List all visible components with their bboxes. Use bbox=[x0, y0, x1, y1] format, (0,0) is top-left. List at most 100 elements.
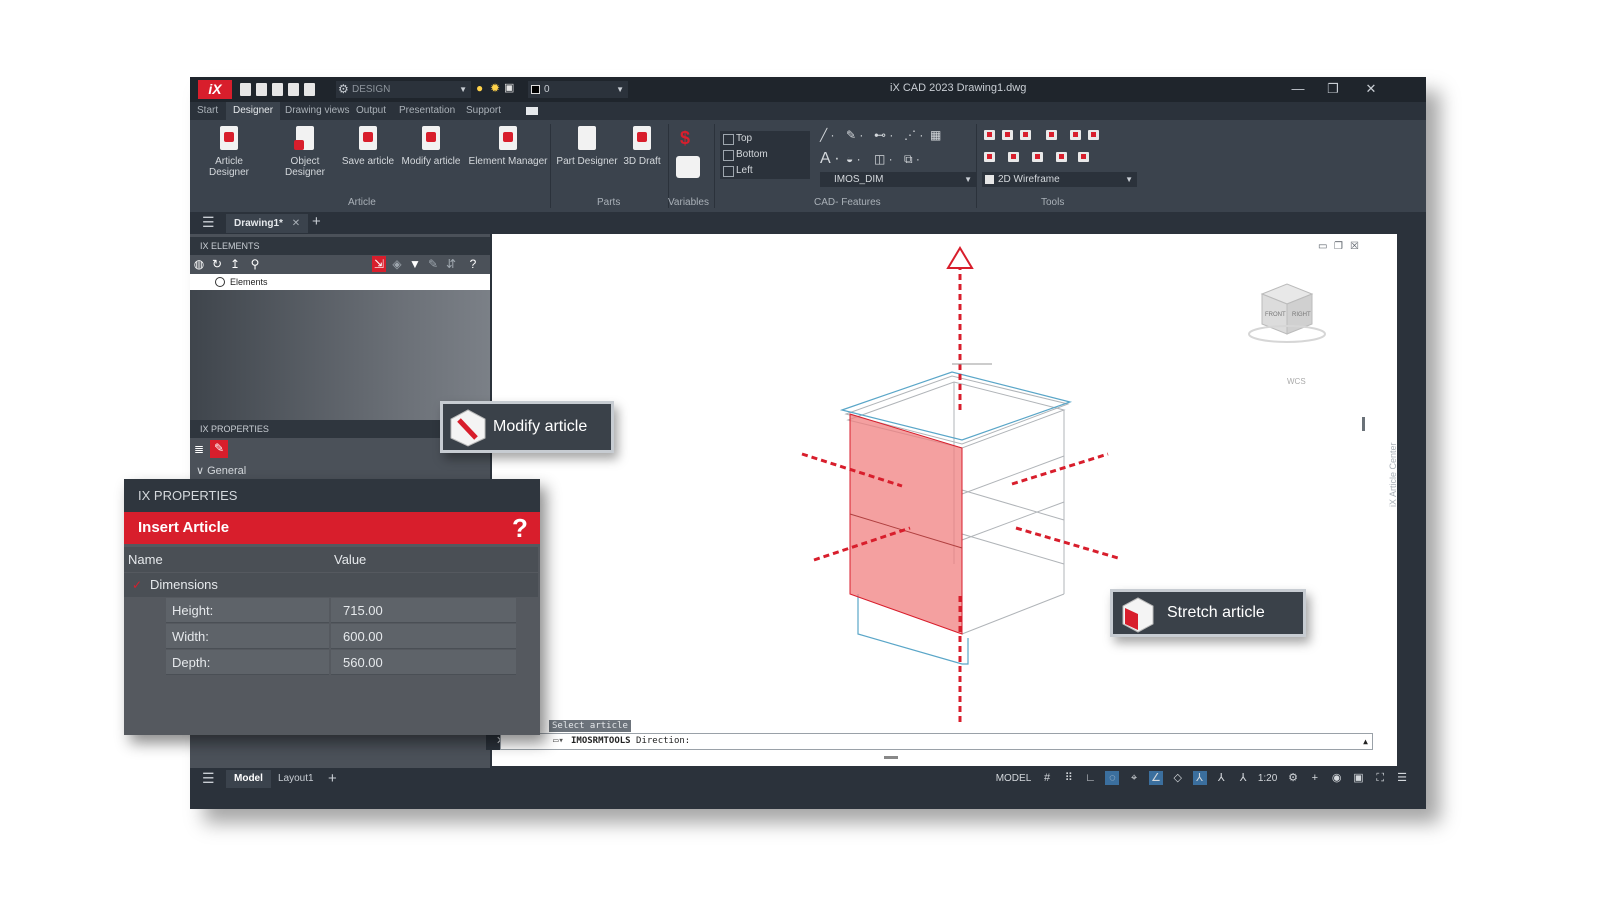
polyline-icon[interactable]: ✎ · bbox=[846, 128, 863, 142]
open-file-icon[interactable] bbox=[256, 83, 267, 96]
part-designer-button[interactable]: Part Designer bbox=[556, 124, 618, 167]
layers-icon[interactable]: ◈ bbox=[390, 256, 404, 272]
lock-icon[interactable]: ▣ bbox=[504, 81, 514, 94]
property-value-depth[interactable]: 560.00 bbox=[331, 650, 516, 675]
property-value-height[interactable]: 715.00 bbox=[331, 598, 516, 623]
dimension-icon[interactable]: ⋰ · bbox=[904, 128, 923, 142]
article-center-strip[interactable] bbox=[1397, 234, 1426, 768]
visual-style-dropdown[interactable]: 2D Wireframe ▼ bbox=[982, 172, 1137, 187]
dimensions-section[interactable]: ✓ Dimensions bbox=[124, 573, 538, 597]
command-history-icon[interactable]: ▭▾ bbox=[553, 734, 564, 749]
lightbulb-icon[interactable]: ● bbox=[476, 81, 483, 95]
wrench-icon[interactable]: ✎ bbox=[426, 256, 440, 272]
drawing-viewport[interactable]: ▭ ❐ ☒ FRONT RIGHT WCS Select article ▭▾ … bbox=[486, 234, 1397, 766]
tool-icon[interactable] bbox=[1002, 130, 1013, 140]
command-line-input[interactable]: ▭▾ IMOSRMTOOLS Direction: ▲ bbox=[500, 733, 1373, 750]
new-file-icon[interactable] bbox=[240, 83, 251, 96]
add-layout-icon[interactable]: + bbox=[328, 770, 337, 787]
view-list[interactable]: Top Bottom Left bbox=[720, 131, 810, 179]
tool-icon[interactable] bbox=[1070, 130, 1081, 140]
view-left[interactable]: Left bbox=[720, 163, 810, 179]
close-icon[interactable]: ✕ bbox=[292, 218, 300, 229]
tool-icon[interactable] bbox=[984, 130, 995, 140]
refresh-icon[interactable]: ↻ bbox=[210, 256, 224, 272]
list-icon[interactable]: ≣ bbox=[192, 441, 206, 457]
chevron-up-icon[interactable]: ▲ bbox=[1363, 734, 1368, 749]
line-icon[interactable]: ╱ · bbox=[820, 128, 835, 142]
isolate-icon[interactable]: ◉ bbox=[1330, 771, 1344, 785]
variable-box-icon[interactable] bbox=[676, 156, 700, 178]
tab-designer[interactable]: Designer bbox=[226, 102, 281, 120]
print-icon[interactable] bbox=[304, 83, 315, 96]
add-icon[interactable]: + bbox=[1308, 771, 1322, 785]
sun-icon[interactable]: ✹ bbox=[490, 81, 500, 95]
element-manager-button[interactable]: Element Manager bbox=[468, 124, 548, 167]
polar-icon[interactable]: ◌ bbox=[1105, 771, 1120, 785]
save-article-button[interactable]: Save article bbox=[340, 124, 396, 167]
wcs-label[interactable]: WCS bbox=[1287, 377, 1306, 386]
tree-item-elements[interactable]: Elements bbox=[190, 274, 490, 290]
measure-icon[interactable]: ⊷ · bbox=[874, 128, 893, 142]
article-designer-button[interactable]: Article Designer bbox=[194, 124, 264, 178]
minimize-button[interactable]: — bbox=[1283, 80, 1313, 98]
tool-icon[interactable] bbox=[984, 152, 995, 162]
app-logo[interactable]: iX bbox=[198, 80, 232, 99]
cabinet-drawing[interactable]: FRONT RIGHT WCS bbox=[492, 234, 1397, 766]
tool-icon[interactable] bbox=[1032, 152, 1043, 162]
view-bottom[interactable]: Bottom bbox=[720, 147, 810, 163]
annotation-scale-icon[interactable]: ⅄ bbox=[1214, 771, 1228, 785]
wrench-icon[interactable]: ✎ bbox=[210, 440, 228, 458]
layer-dropdown[interactable]: 0 ▼ bbox=[528, 81, 628, 98]
property-value-width[interactable]: 600.00 bbox=[331, 624, 516, 649]
object-designer-button[interactable]: Object Designer bbox=[270, 124, 340, 178]
region-icon[interactable]: ◫ · bbox=[874, 152, 893, 166]
hardware-icon[interactable]: ▣ bbox=[1351, 771, 1365, 785]
zoom-window-icon[interactable]: ⧉ · bbox=[904, 152, 920, 167]
view-top[interactable]: Top bbox=[720, 131, 810, 147]
properties-section-general[interactable]: ∨ General bbox=[196, 464, 246, 477]
snap-icon[interactable]: ⠿ bbox=[1062, 771, 1076, 785]
ucs-icon[interactable]: ◇ bbox=[1171, 771, 1185, 785]
3d-draft-button[interactable]: 3D Draft bbox=[620, 124, 664, 167]
viewcube[interactable]: FRONT RIGHT WCS bbox=[1248, 283, 1326, 386]
tool-icon[interactable] bbox=[1078, 152, 1089, 162]
model-space-label[interactable]: MODEL bbox=[996, 773, 1032, 784]
tab-layout1[interactable]: Layout1 bbox=[270, 770, 322, 788]
article-center-label[interactable]: iX Article Center bbox=[1388, 442, 1398, 507]
tool-icon[interactable] bbox=[1056, 152, 1067, 162]
stretch-arrow-up-icon[interactable] bbox=[946, 246, 974, 269]
selected-door-panel[interactable] bbox=[849, 413, 963, 635]
ortho-icon[interactable]: ∟ bbox=[1084, 771, 1098, 785]
otrack-icon[interactable]: ∠ bbox=[1148, 771, 1163, 785]
text-icon[interactable]: A · bbox=[820, 150, 840, 168]
customize-icon[interactable]: ☰ bbox=[1395, 771, 1409, 785]
tab-drawing-views[interactable]: Drawing views bbox=[278, 102, 356, 120]
modify-article-button[interactable]: Modify article bbox=[400, 124, 462, 167]
help-button[interactable]: ? bbox=[512, 512, 534, 544]
sort-icon[interactable]: ⇵ bbox=[444, 256, 458, 272]
workspace-dropdown[interactable]: ⚙ DESIGN ▼ bbox=[336, 81, 471, 98]
save-icon[interactable] bbox=[272, 83, 283, 96]
scroll-handle[interactable] bbox=[1362, 417, 1365, 431]
tab-start[interactable]: Start bbox=[190, 102, 225, 120]
menu-icon[interactable]: ☰ bbox=[202, 214, 215, 231]
globe-icon[interactable]: ◍ bbox=[192, 256, 206, 272]
osnap-icon[interactable]: ⌖ bbox=[1127, 771, 1141, 785]
filter-icon[interactable]: ▼ bbox=[408, 256, 422, 272]
search-icon[interactable]: ⚲ bbox=[248, 256, 262, 272]
new-tab-icon[interactable]: + bbox=[312, 213, 321, 230]
autoscale-icon[interactable]: ⅄ bbox=[1236, 771, 1250, 785]
table-icon[interactable]: ▦ bbox=[930, 128, 941, 142]
gear-icon[interactable]: ⚙ bbox=[1286, 771, 1300, 785]
upload-icon[interactable]: ↥ bbox=[228, 256, 242, 272]
tab-output[interactable]: Output bbox=[349, 102, 393, 120]
tab-drawing1[interactable]: Drawing1* ✕ bbox=[226, 214, 309, 233]
select-element-icon[interactable]: ⇲ bbox=[372, 256, 386, 272]
tool-icon[interactable] bbox=[1008, 152, 1019, 162]
dimension-style-dropdown[interactable]: IMOS_DIM ▼ bbox=[820, 172, 976, 187]
fullscreen-icon[interactable]: ⛶ bbox=[1373, 771, 1387, 785]
tab-model[interactable]: Model bbox=[226, 770, 271, 788]
scale-value[interactable]: 1:20 bbox=[1258, 773, 1277, 784]
help-icon[interactable]: ? bbox=[466, 256, 480, 272]
save-as-icon[interactable] bbox=[288, 83, 299, 96]
